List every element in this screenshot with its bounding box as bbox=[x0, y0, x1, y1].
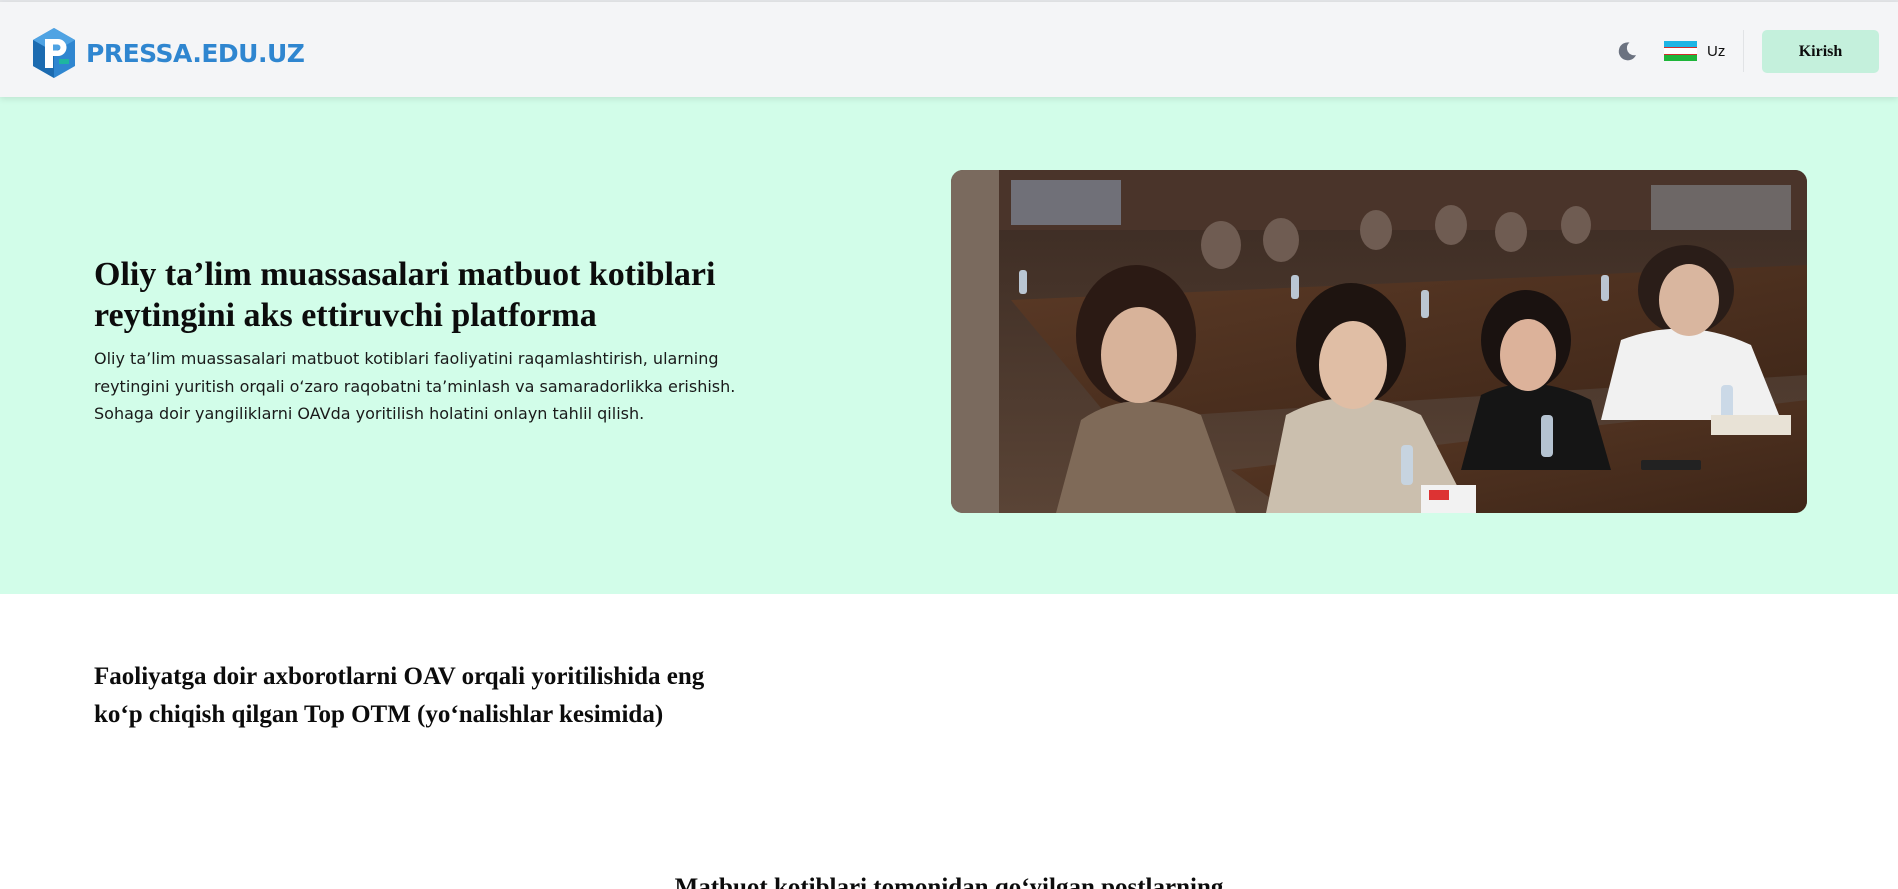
logo-text: PRESSA.EDU.UZ bbox=[86, 38, 305, 68]
seminar-photo-image bbox=[951, 170, 1807, 513]
top-otm-section-title: Faoliyatga doir axborotlarni OAV orqali … bbox=[94, 663, 705, 728]
navbar: PRESSA.EDU.UZ Uz Kirish bbox=[0, 2, 1898, 97]
hero-description: Oliy ta’lim muassasalari matbuot kotibla… bbox=[94, 349, 736, 423]
language-selector[interactable]: Uz bbox=[1664, 39, 1725, 63]
theme-toggle-button[interactable] bbox=[1614, 38, 1640, 64]
language-label: Uz bbox=[1707, 42, 1726, 60]
site-logo[interactable]: PRESSA.EDU.UZ bbox=[30, 26, 305, 80]
nav-divider bbox=[1743, 30, 1744, 72]
hero-section: Oliy ta’lim muassasalari matbuot kotibla… bbox=[0, 97, 1898, 594]
login-button[interactable]: Kirish bbox=[1762, 30, 1879, 73]
uzbekistan-flag-icon bbox=[1664, 41, 1697, 61]
hero-title: Oliy ta’lim muassasalari matbuot kotibla… bbox=[94, 256, 716, 334]
posts-section-title: Matbuot kotiblari tomonidan qo‘yilgan po… bbox=[674, 874, 1224, 889]
moon-icon bbox=[1618, 42, 1636, 61]
pressa-logo-icon bbox=[33, 28, 75, 78]
